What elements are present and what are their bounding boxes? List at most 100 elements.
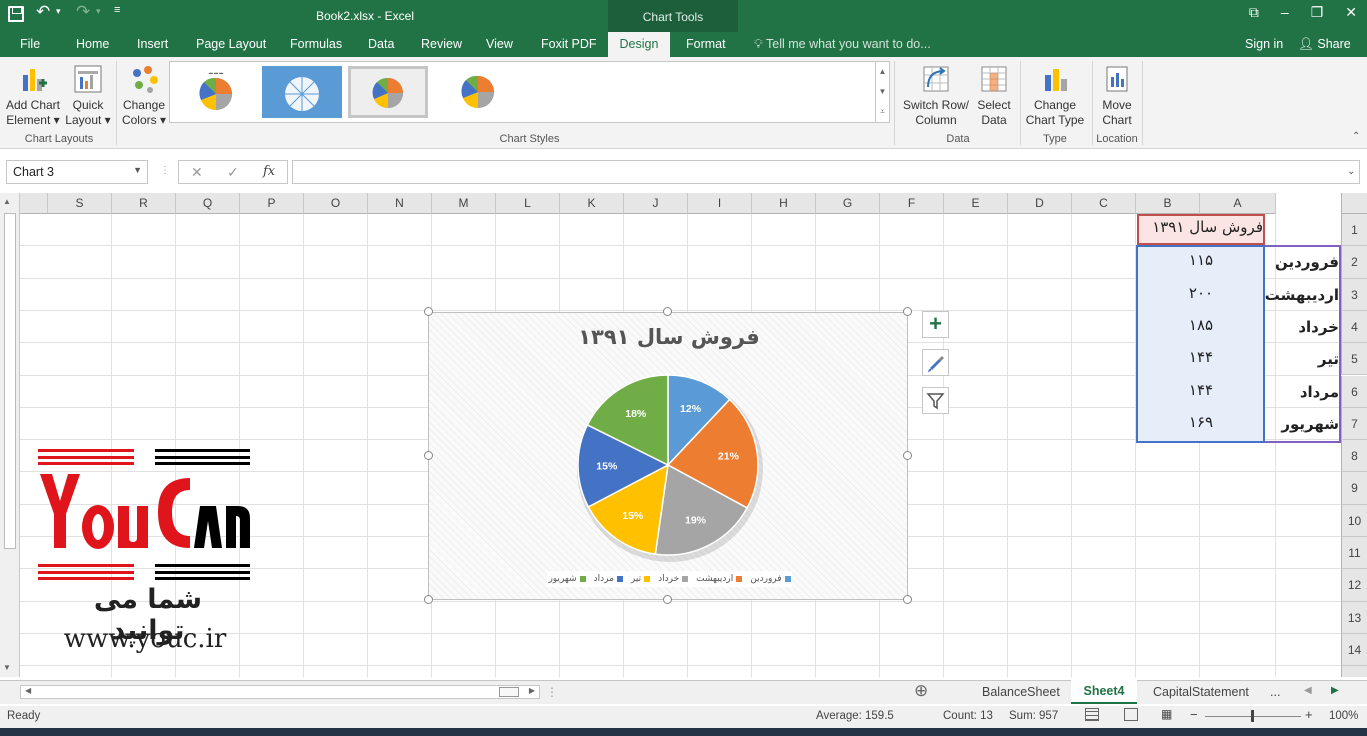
column-header-F[interactable]: F (880, 193, 944, 214)
tab-file[interactable]: File (20, 37, 40, 51)
column-header-H[interactable]: H (752, 193, 816, 214)
pie-chart[interactable]: فروش سال ۱۳۹۱ 12% 21% 19% 15% 15% 18% فروردین… (428, 312, 908, 600)
tab-view[interactable]: View (486, 37, 513, 51)
zoom-out-icon[interactable]: − (1190, 707, 1198, 722)
column-header-E[interactable]: E (944, 193, 1008, 214)
vertical-scrollbar[interactable]: ▲ ▼ (0, 193, 20, 677)
tab-insert[interactable]: Insert (137, 37, 168, 51)
enter-icon[interactable]: ✓ (227, 164, 239, 181)
chart-filters-funnel-icon[interactable] (922, 387, 949, 414)
row-header-1[interactable]: 1 (1341, 214, 1367, 247)
cell-B6[interactable]: ۱۴۴ (1137, 381, 1265, 399)
column-header-O[interactable]: O (304, 193, 368, 214)
row-header-10[interactable]: 10 (1341, 504, 1367, 537)
legend-entry-4[interactable]: تیر (631, 574, 651, 584)
column-header-G[interactable]: G (816, 193, 880, 214)
cell-A5[interactable]: تیر (1265, 350, 1341, 368)
page-break-view-icon[interactable]: ▦ (1161, 707, 1172, 721)
column-header-Q[interactable]: Q (176, 193, 240, 214)
cell-B7[interactable]: ۱۶۹ (1137, 413, 1265, 431)
zoom-in-icon[interactable]: + (1305, 707, 1313, 722)
resize-handle-t[interactable] (663, 307, 672, 316)
pie-plot-area[interactable]: 12% 21% 19% 15% 15% 18% (429, 313, 909, 601)
quick-layout-button[interactable]: Quick Layout ▾ (64, 63, 112, 128)
legend-entry-6[interactable]: شهریور (548, 574, 586, 584)
resize-handle-r[interactable] (903, 451, 912, 460)
horizontal-scrollbar[interactable]: ◀ ▶ (20, 685, 540, 699)
sheet-tab-sheet4[interactable]: Sheet4 (1071, 680, 1137, 704)
column-header-N[interactable]: N (368, 193, 432, 214)
normal-view-icon[interactable] (1085, 708, 1099, 721)
h-scrollbar-thumb[interactable] (499, 687, 519, 697)
column-header-K[interactable]: K (560, 193, 624, 214)
cell-A3[interactable]: اردیبهشت (1265, 286, 1341, 304)
insert-function-icon[interactable]: fx (263, 164, 275, 179)
chart-style-3-selected[interactable] (348, 66, 428, 118)
resize-handle-tr[interactable] (903, 307, 912, 316)
tab-format[interactable]: Format (686, 37, 726, 51)
legend-entry-2[interactable]: اردیبهشت (696, 574, 743, 584)
cell-B3[interactable]: ۲۰۰ (1137, 284, 1265, 302)
cell-A2[interactable]: فروردین (1265, 253, 1341, 271)
data-label-2[interactable]: 21% (718, 450, 740, 462)
zoom-slider-thumb[interactable] (1251, 710, 1254, 722)
row-header-13[interactable]: 13 (1341, 601, 1367, 634)
chart-style-1[interactable]: ▬ ▬ ▬ (176, 66, 256, 118)
scroll-right-icon[interactable]: ▶ (529, 686, 535, 695)
new-sheet-icon[interactable]: ⊕ (914, 681, 928, 701)
add-chart-element-button[interactable]: Add Chart Element ▾ (4, 63, 62, 128)
tab-review[interactable]: Review (421, 37, 462, 51)
row-header-14[interactable]: 14 (1341, 633, 1367, 667)
cell-B2[interactable]: ۱۱۵ (1137, 251, 1265, 269)
resize-handle-tl[interactable] (424, 307, 433, 316)
column-header-J[interactable]: J (624, 193, 688, 214)
collapse-ribbon-icon[interactable]: ⌃ (1352, 131, 1360, 142)
row-header-4[interactable]: 4 (1341, 310, 1367, 344)
resize-handle-b[interactable] (663, 595, 672, 604)
scroll-down-icon[interactable]: ▼ (3, 663, 11, 672)
select-all-corner[interactable] (1341, 193, 1367, 214)
split-grip-icon[interactable]: ⋮ (546, 685, 558, 699)
tab-page-layout[interactable]: Page Layout (196, 37, 266, 51)
row-header-9[interactable]: 9 (1341, 472, 1367, 505)
column-header-R[interactable]: R (112, 193, 176, 214)
chart-style-4[interactable] (438, 66, 518, 118)
data-label-6[interactable]: 18% (625, 408, 647, 420)
cell-A4[interactable]: خرداد (1265, 318, 1341, 336)
tab-home[interactable]: Home (76, 37, 109, 51)
gallery-scroll[interactable]: ▲ ▼ ⩡ (875, 62, 889, 122)
close-icon[interactable]: ✕ (1345, 4, 1357, 21)
name-box[interactable]: Chart 3 ▼ (6, 160, 148, 184)
tab-design[interactable]: Design (608, 32, 670, 57)
tab-foxit-pdf[interactable]: Foxit PDF (541, 37, 597, 51)
data-label-3[interactable]: 19% (685, 515, 707, 527)
row-header-7[interactable]: 7 (1341, 407, 1367, 441)
next-sheet-icon[interactable]: ▶ (1331, 685, 1339, 696)
row-header-8[interactable]: 8 (1341, 440, 1367, 473)
sheet-tab-balancesheet[interactable]: BalanceSheet (982, 685, 1060, 699)
sheet-tab-more[interactable]: ... (1270, 685, 1280, 699)
resize-handle-l[interactable] (424, 451, 433, 460)
data-label-5[interactable]: 15% (596, 461, 618, 473)
row-header-2[interactable]: 2 (1341, 246, 1367, 279)
change-chart-type-button[interactable]: Change Chart Type (1022, 63, 1088, 128)
legend-entry-5[interactable]: مرداد (594, 574, 623, 584)
tab-formulas[interactable]: Formulas (290, 37, 342, 51)
column-header-C[interactable]: C (1072, 193, 1136, 214)
data-label-4[interactable]: 15% (622, 510, 644, 522)
sheet-tab-capitalstatement[interactable]: CapitalStatement (1153, 685, 1249, 699)
expand-formula-bar-icon[interactable]: ⌄ (1347, 166, 1355, 177)
legend-entry-1[interactable]: فروردین (750, 574, 791, 584)
chart-elements-plus-icon[interactable]: + (922, 311, 949, 338)
column-header-S[interactable]: S (48, 193, 112, 214)
cell-A6[interactable]: مرداد (1265, 383, 1341, 401)
name-box-dropdown-icon[interactable]: ▼ (133, 165, 142, 175)
chart-style-2[interactable] (262, 66, 342, 118)
column-header-A[interactable]: A (1200, 193, 1276, 214)
prev-sheet-icon[interactable]: ◀ (1304, 685, 1312, 696)
restore-icon[interactable]: ❐ (1311, 4, 1324, 21)
minimize-icon[interactable]: – (1281, 4, 1289, 21)
change-colors-button[interactable]: Change Colors ▾ (118, 63, 170, 128)
cell-B1[interactable]: فروش سال ۱۳۹۱ (1137, 218, 1265, 236)
select-data-button[interactable]: Select Data (972, 63, 1016, 128)
